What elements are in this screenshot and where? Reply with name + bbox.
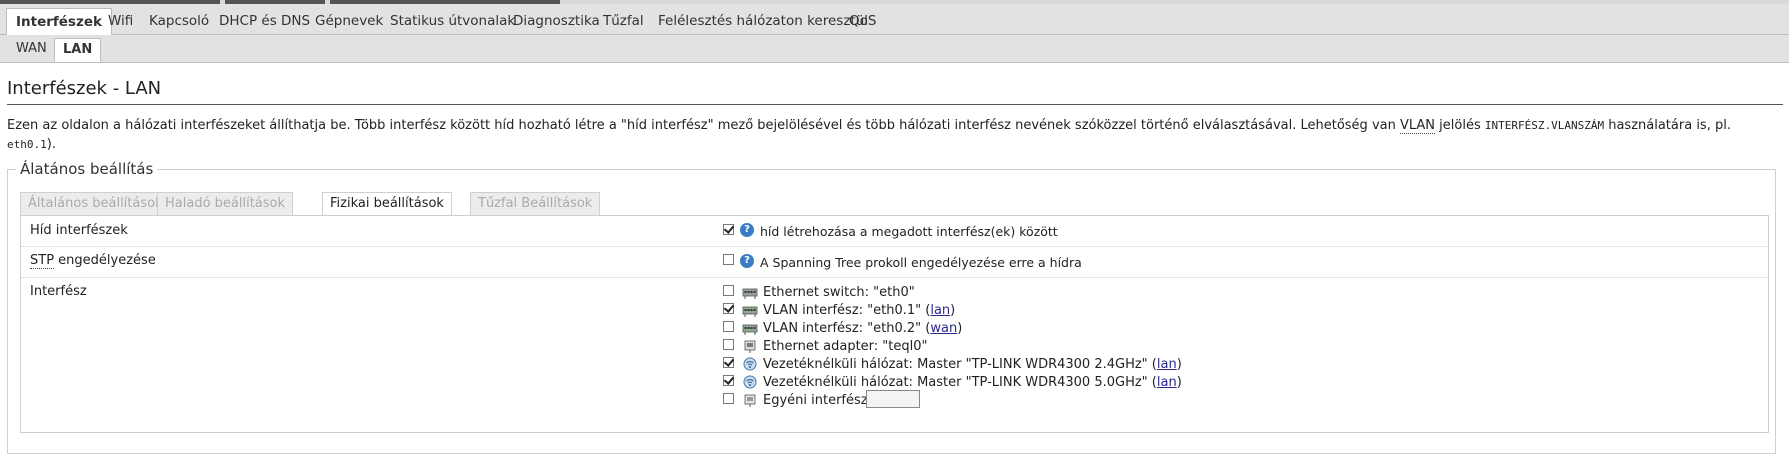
- iface-suffix: ): [1176, 357, 1182, 372]
- tab-firewall-settings[interactable]: Tűzfal Beállítások: [470, 192, 601, 216]
- tab-physical-settings[interactable]: Fizikai beállítások: [322, 192, 452, 217]
- physical-settings-panel: Híd interfészek ? híd létrehozása a mega…: [20, 215, 1769, 433]
- iface-label: Ethernet adapter: "teql0": [763, 339, 927, 354]
- custom-interface-icon: [744, 394, 756, 407]
- main-menu-bar: Interfészek Wifi Kapcsoló DHCP és DNS Gé…: [0, 4, 1789, 36]
- stp-label-text: engedélyezése: [54, 253, 156, 268]
- desc-text: használatára is, pl.: [1604, 118, 1731, 133]
- iface-zone-link[interactable]: wan: [930, 321, 957, 336]
- tab-static-routes[interactable]: Statikus útvonalak: [381, 9, 524, 33]
- iface-item-wifi-24: Vezetéknélküli hálózat: Master "TP-LINK …: [723, 355, 1423, 374]
- help-icon: ?: [740, 223, 754, 237]
- vlan-icon: [742, 306, 758, 317]
- stp-abbr: STP: [30, 253, 55, 269]
- vlan-icon: [742, 324, 758, 335]
- tab-wifi[interactable]: Wifi: [99, 9, 142, 33]
- iface-text: VLAN interfész: "eth0.1" (: [763, 303, 931, 318]
- wireless-icon: [743, 375, 757, 389]
- tab-advanced-settings[interactable]: Haladó beállítások: [157, 192, 294, 216]
- iface-item-eth0-1: VLAN interfész: "eth0.1" (lan): [723, 301, 1423, 320]
- iface-label: VLAN interfész: "eth0.2" (wan): [763, 321, 962, 336]
- iface-item-custom: Egyéni interfész:: [723, 390, 1423, 410]
- page-title: Interfészek - LAN: [7, 78, 162, 99]
- bridge-label: Híd interfészek: [30, 223, 128, 238]
- bridge-row: Híd interfészek ? híd létrehozása a mega…: [21, 216, 1768, 247]
- desc-text: Ezen az oldalon a hálózati interfészeket…: [7, 118, 1400, 133]
- wireless-icon: [743, 357, 757, 371]
- iface-checkbox[interactable]: [723, 375, 734, 386]
- iface-item-eth0-2: VLAN interfész: "eth0.2" (wan): [723, 319, 1423, 338]
- tab-firewall[interactable]: Tűzfal: [594, 9, 653, 33]
- title-divider: [7, 104, 1783, 105]
- tab-dhcp-dns[interactable]: DHCP és DNS: [210, 9, 319, 33]
- iface-label: Ethernet switch: "eth0": [763, 285, 915, 300]
- iface-zone-link[interactable]: lan: [1157, 357, 1177, 372]
- vlan-abbr: VLAN: [1399, 118, 1436, 134]
- iface-checkbox[interactable]: [723, 285, 734, 296]
- iface-zone-link[interactable]: lan: [930, 303, 950, 318]
- help-icon: ?: [740, 254, 754, 268]
- desc-text: jelölés: [1435, 118, 1485, 133]
- iface-text: Vezetéknélküli hálózat: Master "TP-LINK …: [763, 375, 1157, 390]
- interface-row: Interfész Ethernet switch: "eth0" VLAN i…: [21, 278, 1768, 428]
- iface-label: Egyéni interfész:: [763, 393, 872, 408]
- page-description: Ezen az oldalon a hálózati interfészeket…: [7, 116, 1777, 154]
- iface-label: Vezetéknélküli hálózat: Master "TP-LINK …: [763, 375, 1182, 390]
- iface-item-eth0: Ethernet switch: "eth0": [723, 283, 1423, 302]
- iface-zone-link[interactable]: lan: [1157, 375, 1177, 390]
- iface-text: Vezetéknélküli hálózat: Master "TP-LINK …: [763, 357, 1157, 372]
- tab-hostnames[interactable]: Gépnevek: [306, 9, 392, 33]
- iface-label: VLAN interfész: "eth0.1" (lan): [763, 303, 955, 318]
- ethernet-switch-icon: [742, 288, 758, 299]
- fieldset-legend: Álatános beállítás: [20, 160, 154, 178]
- tab-general-settings[interactable]: Általános beállítások: [20, 192, 171, 216]
- iface-suffix: ): [1176, 375, 1182, 390]
- iface-checkbox[interactable]: [723, 357, 734, 368]
- iface-text: Egyéni interfész:: [763, 393, 872, 408]
- iface-item-teql0: Ethernet adapter: "teql0": [723, 337, 1423, 356]
- subtab-wan[interactable]: WAN: [8, 38, 55, 60]
- iface-text: Ethernet adapter: "teql0": [763, 339, 928, 354]
- subtab-lan[interactable]: LAN: [54, 38, 102, 62]
- bridge-checkbox[interactable]: [723, 224, 734, 235]
- iface-checkbox[interactable]: [723, 393, 734, 404]
- iface-item-wifi-50: Vezetéknélküli hálózat: Master "TP-LINK …: [723, 373, 1423, 392]
- iface-checkbox[interactable]: [723, 339, 734, 350]
- iface-text: VLAN interfész: "eth0.2" (: [763, 321, 931, 336]
- iface-suffix: ): [957, 321, 963, 336]
- iface-text: Ethernet switch: "eth0": [763, 285, 915, 300]
- ethernet-adapter-icon: [744, 340, 756, 353]
- desc-text: ).: [46, 137, 56, 152]
- tab-switch[interactable]: Kapcsoló: [140, 9, 218, 33]
- stp-description: A Spanning Tree prokoll engedélyezése er…: [760, 255, 1082, 270]
- tab-interfaces[interactable]: Interfészek: [6, 8, 112, 36]
- desc-code: INTERFÉSZ.VLANSZÁM: [1484, 119, 1605, 132]
- iface-checkbox[interactable]: [723, 303, 734, 314]
- iface-suffix: ): [950, 303, 956, 318]
- interface-label: Interfész: [30, 284, 87, 299]
- bridge-description: híd létrehozása a megadott interfész(ek)…: [760, 224, 1058, 239]
- iface-label: Vezetéknélküli hálózat: Master "TP-LINK …: [763, 357, 1182, 372]
- sub-menu-bar: WAN LAN: [0, 35, 1789, 63]
- tab-qos[interactable]: QoS: [840, 9, 885, 33]
- stp-label: STP engedélyezése: [30, 253, 156, 269]
- desc-code: eth0.1: [7, 138, 47, 151]
- iface-checkbox[interactable]: [723, 321, 734, 332]
- custom-interface-input[interactable]: [866, 390, 920, 408]
- stp-row: STP engedélyezése ? A Spanning Tree prok…: [21, 247, 1768, 278]
- stp-checkbox[interactable]: [723, 254, 734, 265]
